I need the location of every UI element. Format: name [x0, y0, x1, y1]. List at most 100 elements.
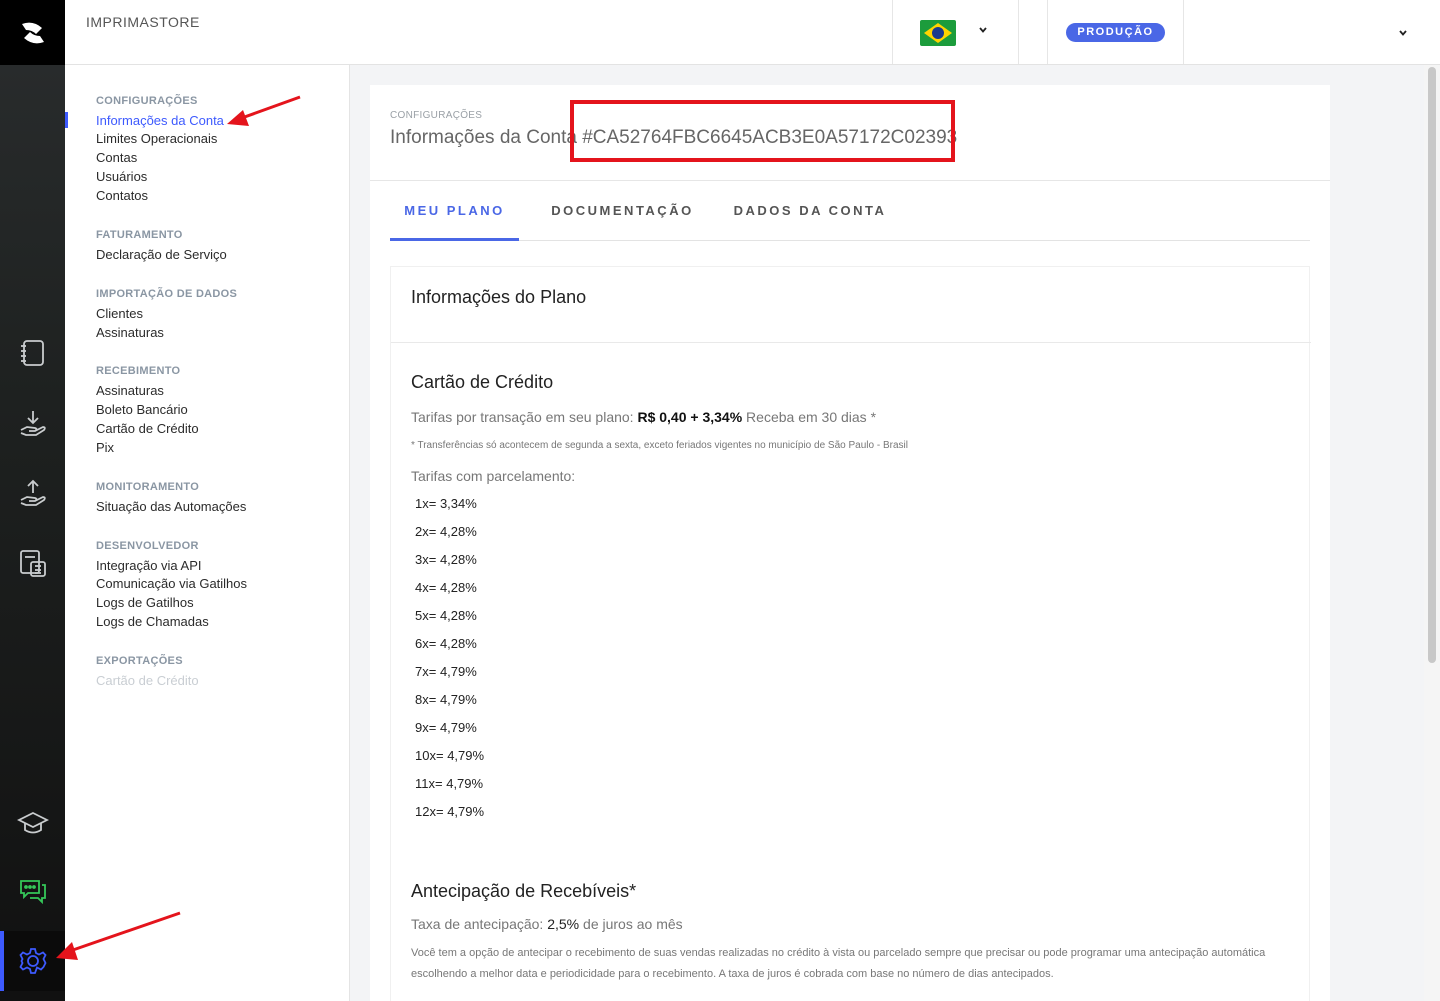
calculator-icon[interactable] — [0, 538, 65, 588]
section-title-recebimento: RECEBIMENTO — [96, 365, 181, 377]
sidebar-item-declaracao-de-servico[interactable]: Declaração de Serviço — [96, 247, 227, 262]
installment-count: 12x= — [415, 804, 444, 819]
installment-rate: 4,79% — [439, 692, 477, 707]
anticipation-description: Você tem a opção de antecipar o recebime… — [411, 947, 1266, 980]
installment-count: 4x= — [415, 580, 437, 595]
app-rail — [0, 0, 65, 1001]
sidebar-item-assinaturas-importacao[interactable]: Assinaturas — [96, 325, 164, 340]
settings-sidebar: CONFIGURAÇÕES Informações da Conta Limit… — [65, 65, 350, 1001]
tab-dados-da-conta[interactable]: DADOS DA CONTA — [725, 181, 895, 241]
installment-count: 8x= — [415, 692, 437, 707]
section-title-importacao-de-dados: IMPORTAÇÃO DE DADOS — [96, 288, 238, 300]
sidebar-item-boleto-bancario[interactable]: Boleto Bancário — [96, 402, 188, 417]
top-bar: IMPRIMASTORE PRODUÇÃO — [65, 0, 1440, 65]
tab-meu-plano[interactable]: MEU PLANO — [390, 181, 519, 241]
sidebar-item-integracao-via-api[interactable]: Integração via API — [96, 558, 202, 573]
installment-rate: 4,79% — [447, 748, 485, 763]
section-title-faturamento: FATURAMENTO — [96, 229, 183, 241]
sidebar-item-contas[interactable]: Contas — [96, 150, 137, 165]
topbar-divider — [1018, 0, 1019, 64]
plan-panel: Informações do Plano Cartão de Crédito T… — [390, 266, 1311, 1001]
sidebar-item-situacao-das-automacoes[interactable]: Situação das Automações — [96, 499, 246, 514]
installment-rate: 4,28% — [439, 524, 477, 539]
installment-count: 1x= — [415, 496, 437, 511]
installment-rate: 4,79% — [447, 804, 485, 819]
sidebar-item-assinaturas[interactable]: Assinaturas — [96, 383, 164, 398]
graduation-cap-icon[interactable] — [0, 797, 65, 847]
sidebar-item-logs-de-gatilhos[interactable]: Logs de Gatilhos — [96, 595, 194, 610]
sidebar-item-usuarios[interactable]: Usuários — [96, 169, 147, 184]
installment-row: 10x= 4,79% — [415, 748, 484, 763]
sidebar-item-logs-de-chamadas[interactable]: Logs de Chamadas — [96, 614, 209, 629]
anticipation-rate: Taxa de antecipação: 2,5% de juros ao mê… — [411, 916, 683, 932]
installment-row: 1x= 3,34% — [415, 496, 477, 511]
topbar-divider — [1183, 0, 1184, 64]
sidebar-item-pix[interactable]: Pix — [96, 440, 114, 455]
tab-bar: MEU PLANO DOCUMENTAÇÃO DADOS DA CONTA — [390, 181, 1310, 241]
chat-icon[interactable] — [0, 866, 65, 916]
credit-card-fees: Tarifas por transação em seu plano: R$ 0… — [411, 409, 876, 425]
sidebar-item-cartao-de-credito[interactable]: Cartão de Crédito — [96, 421, 199, 436]
fees-suffix: Receba em 30 dias * — [746, 409, 877, 425]
installment-rate: 4,28% — [439, 608, 477, 623]
installment-rate: 4,79% — [439, 720, 477, 735]
installment-count: 7x= — [415, 664, 437, 679]
plan-divider — [391, 342, 1311, 343]
notebook-icon[interactable] — [0, 328, 65, 378]
tab-documentacao[interactable]: DOCUMENTAÇÃO — [535, 181, 710, 241]
installment-count: 6x= — [415, 636, 437, 651]
topbar-divider — [892, 0, 893, 64]
installment-row: 3x= 4,28% — [415, 552, 477, 567]
rate-prefix: Taxa de antecipação: — [411, 916, 544, 932]
installment-rate: 4,28% — [439, 580, 477, 595]
installment-count: 10x= — [415, 748, 444, 763]
hand-upload-icon[interactable] — [0, 468, 65, 518]
environment-badge[interactable]: PRODUÇÃO — [1066, 23, 1165, 42]
store-name[interactable]: IMPRIMASTORE — [86, 14, 200, 30]
installment-count: 2x= — [415, 524, 437, 539]
topbar-divider — [1047, 0, 1048, 64]
sidebar-item-clientes[interactable]: Clientes — [96, 306, 143, 321]
brazil-flag-icon[interactable] — [920, 20, 956, 46]
installment-rate: 4,28% — [439, 636, 477, 651]
installment-count: 11x= — [415, 776, 443, 791]
installment-row: 6x= 4,28% — [415, 636, 477, 651]
plan-heading: Informações do Plano — [411, 287, 587, 307]
main-content: CONFIGURAÇÕES Informações da Conta #CA52… — [370, 85, 1330, 1001]
sidebar-item-informacoes-da-conta[interactable]: Informações da Conta — [96, 113, 224, 128]
page-scrollbar[interactable] — [1424, 65, 1440, 1001]
sidebar-item-comunicacao-via-gatilhos[interactable]: Comunicação via Gatilhos — [96, 576, 247, 591]
section-title-configuracoes: CONFIGURAÇÕES — [96, 95, 198, 107]
user-menu-chevron-icon[interactable] — [1398, 27, 1408, 41]
scrollbar-thumb[interactable] — [1428, 67, 1436, 663]
installment-row: 4x= 4,28% — [415, 580, 477, 595]
account-id-highlight — [570, 100, 955, 162]
transfer-note: * Transferências só acontecem de segunda… — [411, 440, 908, 451]
rate-suffix: de juros ao mês — [583, 916, 683, 932]
credit-card-heading: Cartão de Crédito — [411, 372, 554, 392]
logo-icon[interactable] — [0, 0, 65, 65]
installment-count: 9x= — [415, 720, 437, 735]
hand-download-icon[interactable] — [0, 398, 65, 448]
installment-rate: 4,79% — [439, 664, 477, 679]
installment-rate: 3,34% — [439, 496, 477, 511]
sidebar-item-contatos[interactable]: Contatos — [96, 188, 148, 203]
section-title-desenvolvedor: DESENVOLVEDOR — [96, 540, 199, 552]
installment-row: 11x= 4,79% — [415, 776, 483, 791]
fees-prefix: Tarifas por transação em seu plano: — [411, 409, 634, 425]
section-title-monitoramento: MONITORAMENTO — [96, 481, 200, 493]
gear-icon[interactable] — [0, 931, 65, 991]
installment-row: 2x= 4,28% — [415, 524, 477, 539]
sidebar-item-limites-operacionais[interactable]: Limites Operacionais — [96, 131, 217, 146]
installment-row: 9x= 4,79% — [415, 720, 477, 735]
breadcrumb[interactable]: CONFIGURAÇÕES — [390, 110, 482, 121]
installment-count: 3x= — [415, 552, 437, 567]
anticipation-heading: Antecipação de Recebíveis* — [411, 881, 637, 901]
installment-row: 8x= 4,79% — [415, 692, 477, 707]
sidebar-item-exportacao-cartao-de-credito[interactable]: Cartão de Crédito — [96, 673, 199, 688]
installment-rate: 4,28% — [439, 552, 477, 567]
installments-label: Tarifas com parcelamento: — [411, 468, 576, 484]
rate-value: 2,5% — [547, 916, 580, 932]
chevron-down-icon[interactable] — [978, 24, 988, 38]
installment-row: 7x= 4,79% — [415, 664, 477, 679]
